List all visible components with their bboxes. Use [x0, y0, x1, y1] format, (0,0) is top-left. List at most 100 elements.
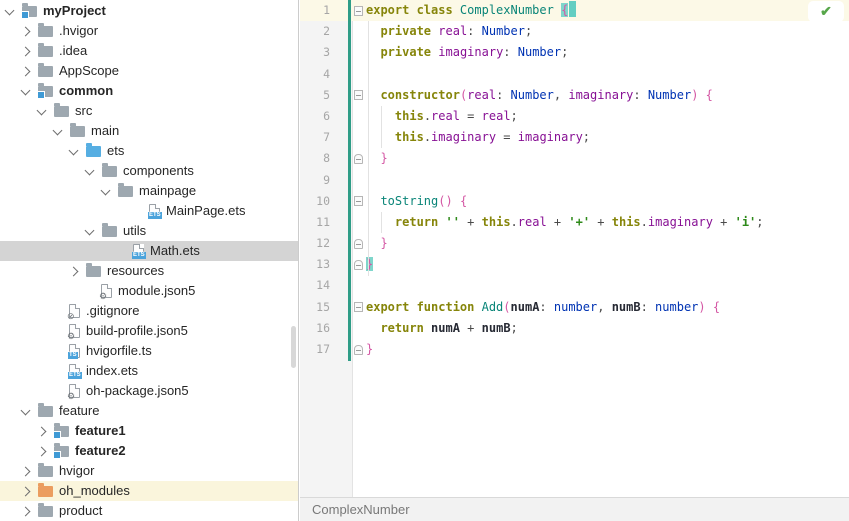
code-line-15[interactable]: 15 export function Add(numA: number, numB… [300, 297, 849, 318]
tree-item-label: index.ets [86, 363, 139, 378]
tree-item-feature[interactable]: feature [0, 401, 298, 421]
code-editor-panel[interactable]: 1 export class ComplexNumber {2 private r… [300, 0, 849, 521]
tree-item-utils[interactable]: utils [0, 221, 298, 241]
tree-item-myproject[interactable]: myProject [0, 1, 298, 21]
tree-item-label: hvigorfile.ts [86, 343, 152, 358]
tree-item-ets[interactable]: ets [0, 141, 298, 161]
code-line-8[interactable]: 8 } [300, 148, 849, 169]
code-text: private real: Number; [366, 21, 532, 42]
chevron-down-icon[interactable] [52, 125, 63, 136]
fold-marker-icon[interactable] [354, 5, 363, 16]
code-line-9[interactable]: 9 [300, 170, 849, 191]
code-line-4[interactable]: 4 [300, 64, 849, 85]
code-text: constructor(real: Number, imaginary: Num… [366, 85, 712, 106]
fold-marker-icon[interactable] [354, 90, 363, 101]
punctuation-token: , [597, 299, 612, 314]
fold-marker-icon[interactable] [354, 302, 363, 313]
line-number: 2 [323, 24, 330, 39]
tree-item-feature2[interactable]: feature2 [0, 441, 298, 461]
tree-item-label: .idea [59, 43, 88, 58]
ts-file-icon: TS [68, 344, 80, 359]
fold-marker-icon[interactable] [354, 196, 363, 207]
chevron-down-icon[interactable] [84, 165, 95, 176]
chevron-down-icon[interactable] [20, 405, 31, 416]
tree-item-hvigorfile-ts[interactable]: TS hvigorfile.ts [0, 341, 298, 361]
tree-item-mainpage-ets[interactable]: ETS MainPage.ets [0, 201, 298, 221]
parameter-token: imaginary [568, 87, 634, 102]
code-line-14[interactable]: 14 [300, 275, 849, 296]
line-number: 5 [323, 87, 330, 102]
tree-item-module-json5[interactable]: ⚙ module.json5 [0, 281, 298, 301]
tree-item-resources[interactable]: resources [0, 261, 298, 281]
fold-marker-icon[interactable] [354, 344, 363, 355]
code-line-6[interactable]: 6 this.real = real; [300, 106, 849, 127]
chevron-right-icon[interactable] [36, 426, 47, 437]
fold-marker-icon[interactable] [354, 153, 363, 164]
chevron-right-icon[interactable] [20, 46, 31, 57]
inspection-widget[interactable]: ✔ [808, 1, 844, 22]
breadcrumb-item[interactable]: ComplexNumber [312, 502, 410, 517]
punctuation-token: . [640, 214, 648, 229]
tree-item-src[interactable]: src [0, 101, 298, 121]
code-line-2[interactable]: 2 private real: Number; [300, 21, 849, 42]
tree-item-appscope[interactable]: AppScope [0, 61, 298, 81]
file-type-badge: ETS [132, 252, 146, 259]
code-line-5[interactable]: 5 constructor(real: Number, imaginary: N… [300, 85, 849, 106]
tree-item-components[interactable]: components [0, 161, 298, 181]
tree-item--gitignore[interactable]: ⊘ .gitignore [0, 301, 298, 321]
tree-scrollbar-thumb[interactable] [291, 326, 296, 368]
code-line-17[interactable]: 17} [300, 339, 849, 360]
tree-item-product[interactable]: product [0, 501, 298, 521]
fold-marker-icon[interactable] [354, 259, 363, 270]
code-line-7[interactable]: 7 this.imaginary = imaginary; [300, 127, 849, 148]
code-line-12[interactable]: 12 } [300, 233, 849, 254]
tree-item-main[interactable]: main [0, 121, 298, 141]
tree-item-label: module.json5 [118, 283, 196, 298]
code-line-1[interactable]: 1 export class ComplexNumber { [300, 0, 849, 22]
tree-item--idea[interactable]: .idea [0, 41, 298, 61]
chevron-right-icon[interactable] [20, 486, 31, 497]
tree-item-label: resources [107, 263, 165, 278]
chevron-down-icon[interactable] [68, 145, 79, 156]
code-line-16[interactable]: 16 return numA + numB; [300, 318, 849, 339]
chevron-down-icon[interactable] [84, 225, 95, 236]
chevron-down-icon[interactable] [100, 185, 111, 196]
tree-item-hvigor[interactable]: hvigor [0, 461, 298, 481]
code-line-13[interactable]: 13} [300, 254, 849, 275]
chevron-right-icon[interactable] [20, 66, 31, 77]
tree-item-oh-modules[interactable]: oh_modules [0, 481, 298, 501]
code-line-3[interactable]: 3 private imaginary: Number; [300, 42, 849, 63]
chevron-right-icon[interactable] [68, 266, 79, 277]
punctuation-token: ; [510, 320, 518, 335]
tree-item-index-ets[interactable]: ETS index.ets [0, 361, 298, 381]
tree-item-common[interactable]: common [0, 81, 298, 101]
file-type-badge: TS [68, 352, 78, 359]
tree-item-math-ets[interactable]: ETS Math.ets [0, 241, 298, 261]
line-number: 14 [316, 278, 330, 293]
field-token: real [431, 108, 460, 123]
fold-marker-icon[interactable] [354, 238, 363, 249]
tree-item-oh-package-json5[interactable]: ⚙ oh-package.json5 [0, 381, 298, 401]
slash-circle-glyph: ⊘ [67, 311, 75, 321]
code-area[interactable]: 1 export class ComplexNumber {2 private r… [300, 0, 849, 360]
tree-item-mainpage[interactable]: mainpage [0, 181, 298, 201]
tree-item--hvigor[interactable]: .hvigor [0, 21, 298, 41]
chevron-down-icon[interactable] [20, 85, 31, 96]
module-folder-icon [37, 83, 53, 99]
chevron-right-icon[interactable] [20, 466, 31, 477]
keyword-token: return [380, 320, 424, 335]
tree-item-feature1[interactable]: feature1 [0, 421, 298, 441]
bracket-token: } [380, 151, 388, 166]
chevron-right-icon[interactable] [36, 446, 47, 457]
tree-item-build-profile-json5[interactable]: ⚙ build-profile.json5 [0, 321, 298, 341]
code-line-10[interactable]: 10 toString() { [300, 191, 849, 212]
chevron-down-icon[interactable] [4, 5, 15, 16]
chevron-down-icon[interactable] [36, 105, 47, 116]
string-token: 'i' [734, 214, 757, 229]
tree-item-label: build-profile.json5 [86, 323, 188, 338]
chevron-right-icon[interactable] [20, 26, 31, 37]
punctuation-token: : [640, 299, 656, 314]
chevron-right-icon[interactable] [20, 506, 31, 517]
punctuation-token [438, 215, 445, 229]
code-line-11[interactable]: 11 return '' + this.real + '+' + this.im… [300, 212, 849, 233]
